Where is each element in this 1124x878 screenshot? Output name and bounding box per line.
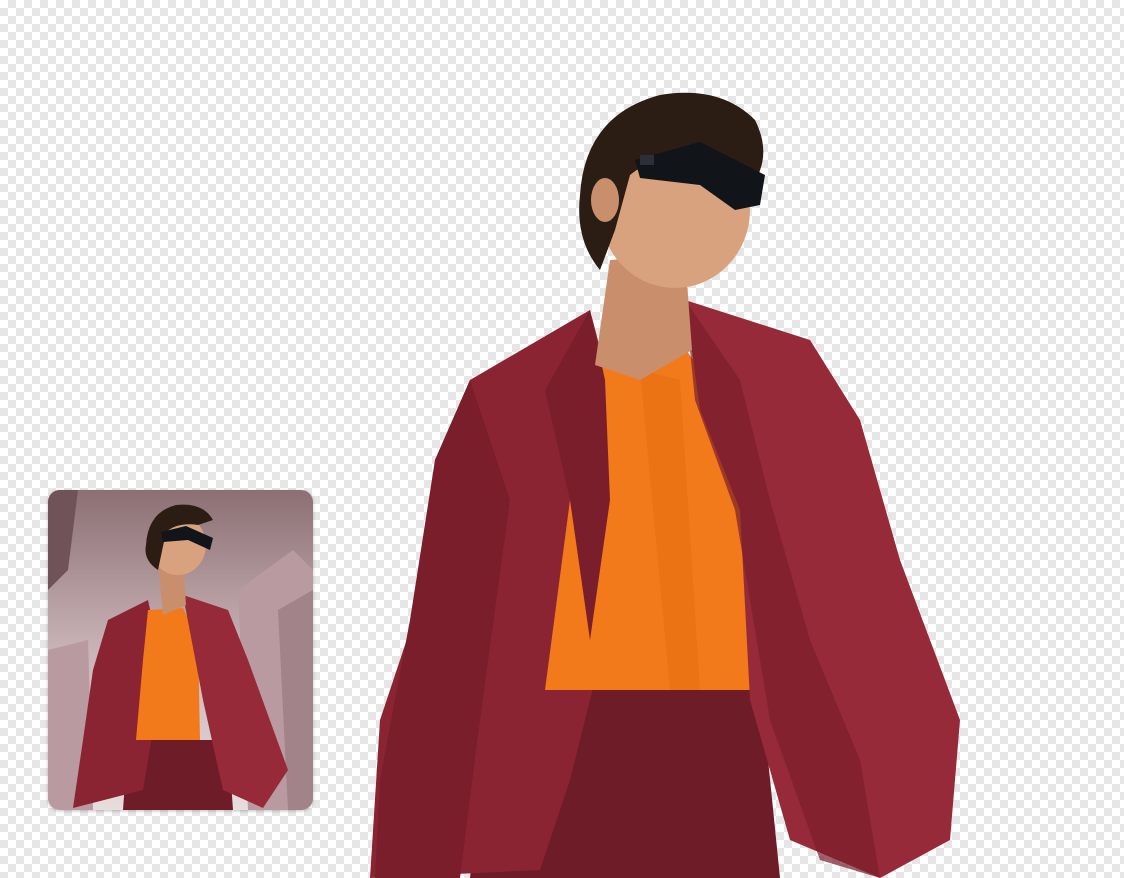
transparent-canvas (0, 0, 1124, 878)
background-removed-subject[interactable] (340, 80, 980, 878)
original-image-thumbnail[interactable] (48, 490, 313, 810)
